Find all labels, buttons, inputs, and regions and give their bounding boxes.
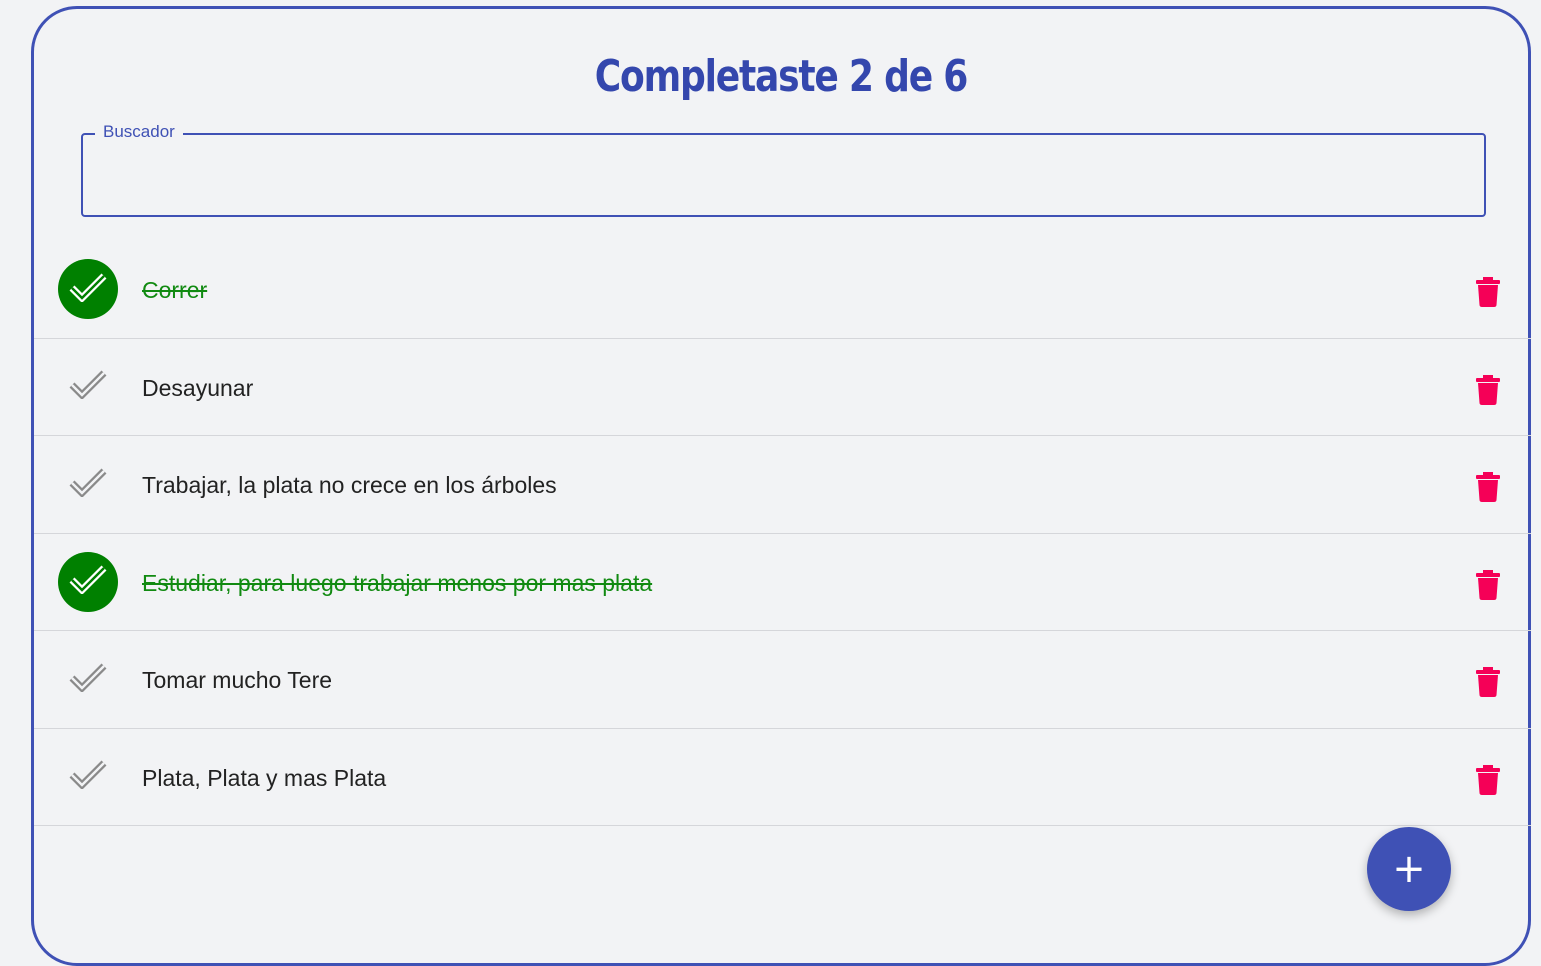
todo-item: Plata, Plata y mas Plata <box>34 729 1531 826</box>
trash-icon <box>1475 277 1501 311</box>
todo-item: Correr <box>34 241 1531 339</box>
todo-item: Trabajar, la plata no crece en los árbol… <box>34 436 1531 534</box>
complete-toggle-button[interactable] <box>58 454 118 514</box>
delete-button[interactable] <box>1475 764 1503 795</box>
check-icon <box>69 272 107 307</box>
trash-icon <box>1475 764 1501 799</box>
delete-button[interactable] <box>1475 667 1503 697</box>
trash-icon <box>1475 569 1501 604</box>
plus-icon: + <box>1392 846 1426 892</box>
todo-text: Trabajar, la plata no crece en los árbol… <box>142 472 557 498</box>
check-icon <box>69 662 107 697</box>
todo-item: Estudiar, para luego trabajar menos por … <box>34 534 1531 631</box>
check-icon <box>69 467 107 502</box>
check-icon <box>69 369 107 404</box>
check-icon <box>69 759 107 794</box>
delete-button[interactable] <box>1475 277 1503 307</box>
todo-text: Correr <box>142 277 208 303</box>
complete-toggle-button[interactable] <box>58 259 118 319</box>
search-label: Buscador <box>95 122 183 142</box>
delete-button[interactable] <box>1475 569 1503 600</box>
page-title: Completaste 2 de 6 <box>594 51 969 102</box>
todo-card: Completaste 2 de 6 Buscador Correr Desay… <box>31 6 1531 966</box>
search-field[interactable]: Buscador <box>81 122 1486 217</box>
trash-icon <box>1475 667 1501 701</box>
todo-item: Tomar mucho Tere <box>34 631 1531 729</box>
complete-toggle-button[interactable] <box>58 551 118 612</box>
check-icon <box>69 564 107 599</box>
todo-text: Estudiar, para luego trabajar menos por … <box>142 569 653 596</box>
complete-toggle-button[interactable] <box>58 747 118 807</box>
complete-toggle-button[interactable] <box>58 357 118 417</box>
trash-icon <box>1475 472 1501 506</box>
complete-toggle-button[interactable] <box>58 649 118 709</box>
todo-item: Desayunar <box>34 339 1531 436</box>
todo-text: Desayunar <box>142 374 254 401</box>
trash-icon <box>1475 374 1501 409</box>
add-todo-button[interactable]: + <box>1367 827 1451 911</box>
todo-list: Correr Desayunar Trabajar, la plata no c… <box>34 241 1531 826</box>
todo-text: Plata, Plata y mas Plata <box>142 764 387 791</box>
delete-button[interactable] <box>1475 472 1503 502</box>
todo-text: Tomar mucho Tere <box>142 667 333 693</box>
delete-button[interactable] <box>1475 374 1503 405</box>
search-input[interactable] <box>97 153 1471 195</box>
